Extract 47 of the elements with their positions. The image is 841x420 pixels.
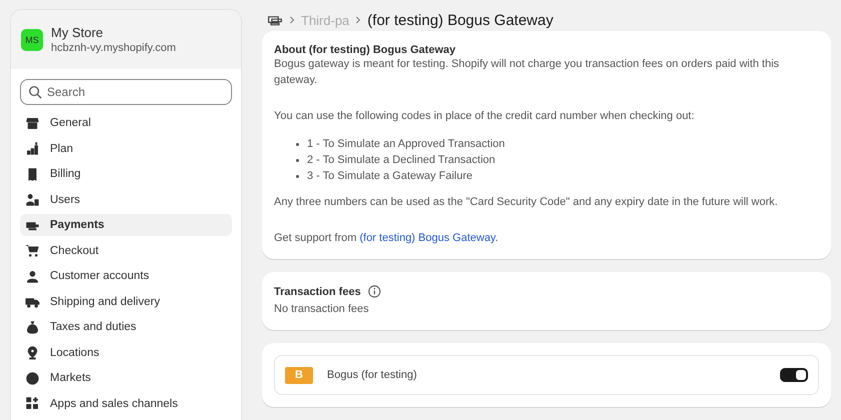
chevron-icon — [355, 16, 362, 24]
bullet-icon — [296, 158, 299, 162]
nav-icon — [25, 396, 40, 411]
info-icon[interactable] — [368, 285, 381, 298]
sidebar-item[interactable]: Taxes and duties — [20, 316, 232, 338]
nav-icon — [25, 268, 40, 284]
store-name: My Store — [51, 25, 104, 40]
store-domain: hcbznh-vy.myshopify.com — [51, 42, 176, 54]
bullet-icon — [296, 142, 299, 146]
card-heading: About (for testing) Bogus Gateway — [274, 44, 456, 56]
sidebar-item[interactable]: General — [20, 112, 232, 134]
page-title: (for testing) Bogus Gateway — [367, 12, 554, 28]
search-icon — [28, 85, 42, 99]
code-item: 2 - To Simulate a Declined Transaction — [307, 153, 496, 168]
nav-icon — [25, 141, 40, 156]
intro-text: Bogus gateway is meant for testing. Shopify will not charge you transaction fees on orders paid with this gateway. — [274, 57, 780, 88]
search-field[interactable]: Search — [20, 79, 232, 105]
sidebar-item[interactable]: Customer accounts — [20, 265, 232, 287]
nav-icon — [25, 320, 40, 334]
nav-icon — [25, 243, 40, 258]
codes-intro: You can use the following codes in place of the credit card number when checking out: — [274, 109, 694, 124]
nav-icon — [25, 370, 40, 386]
sidebar-item[interactable]: Markets — [20, 367, 232, 389]
fees-value: No transaction fees — [274, 302, 369, 317]
sidebar-item[interactable]: Checkout — [20, 240, 232, 262]
support-link[interactable]: (for testing) Bogus Gateway — [360, 232, 496, 244]
sidebar-item[interactable]: Users — [20, 188, 232, 210]
toggle-switch[interactable] — [780, 368, 808, 382]
sidebar-item[interactable]: Locations — [20, 342, 232, 364]
bullet-icon — [296, 174, 299, 178]
support-text: Get support from (for testing) Bogus Gateway. — [274, 231, 498, 246]
nav-icon — [25, 116, 40, 130]
nav-icon — [25, 345, 40, 360]
nav-icon — [25, 192, 40, 207]
sidebar-item[interactable]: Apps and sales channels — [20, 392, 232, 414]
card-heading: Transaction fees — [274, 286, 361, 298]
chevron-icon — [289, 16, 295, 24]
sidebar-item[interactable]: Plan — [20, 138, 232, 160]
note-text: Any three numbers can be used as the "Card Security Code" and any expiry date in the future will work. — [274, 195, 778, 210]
provider-logo: B — [285, 366, 313, 384]
provider-name: Bogus (for testing) — [327, 369, 418, 381]
sidebar-item[interactable]: Billing — [20, 163, 232, 185]
sidebar-item[interactable]: Payments — [20, 214, 232, 236]
sidebar-item[interactable]: Shipping and delivery — [20, 290, 232, 312]
store-avatar: MS — [21, 28, 43, 50]
code-item: 1 - To Simulate an Approved Transaction — [307, 137, 505, 152]
code-item: 3 - To Simulate a Gateway Failure — [307, 169, 472, 184]
